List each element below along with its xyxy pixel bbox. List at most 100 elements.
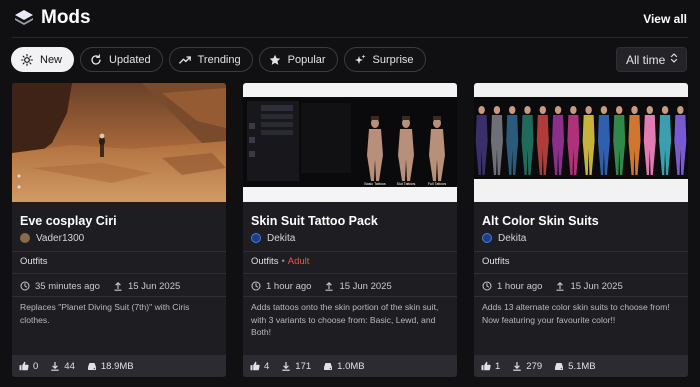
- separator-dot: •: [281, 256, 285, 267]
- mod-title[interactable]: Alt Color Skin Suits: [482, 214, 599, 228]
- mod-card[interactable]: Eve cosplay Ciri Vader1300 Outfits 35 mi…: [12, 83, 226, 377]
- downloads-stat: 44: [50, 361, 75, 372]
- filter-chip-label: New: [40, 53, 63, 66]
- mod-author[interactable]: Dekita: [482, 231, 526, 245]
- filter-chip-updated[interactable]: Updated: [80, 47, 163, 72]
- mod-category[interactable]: Outfits • Adult: [251, 256, 309, 267]
- endorsements-count: 4: [264, 360, 270, 372]
- figure-head: [585, 106, 592, 114]
- mod-thumbnail-image: [474, 83, 688, 202]
- thumb-caption: Basic Tattoos: [364, 182, 386, 186]
- filter-chip-trending[interactable]: Trending: [168, 47, 253, 72]
- filter-chip-label: Updated: [109, 53, 151, 66]
- sparkles-icon: [354, 54, 366, 66]
- divider: [474, 273, 688, 274]
- mod-stats: 1 279 5.1MB: [474, 355, 688, 377]
- header-divider: [12, 37, 688, 38]
- endorsements-stat: 0: [19, 361, 38, 372]
- upload-time: 35 minutes ago: [20, 281, 100, 292]
- mod-title[interactable]: Eve cosplay Ciri: [20, 214, 117, 228]
- mod-author[interactable]: Vader1300: [20, 231, 84, 245]
- mod-meta: 1 hour ago 15 Jun 2025: [482, 279, 636, 293]
- mod-category[interactable]: Outfits: [482, 256, 509, 267]
- upload-time-text: 1 hour ago: [497, 280, 543, 292]
- upload-date-text: 15 Jun 2025: [339, 280, 392, 292]
- mod-thumbnail[interactable]: Basic Tattoos Slut Tattoos Full Tattoos: [243, 83, 457, 202]
- downloads-count: 171: [295, 360, 312, 372]
- mod-meta: 35 minutes ago 15 Jun 2025: [20, 279, 193, 293]
- sun-icon: [21, 53, 33, 66]
- category-label: Outfits: [20, 256, 48, 267]
- upload-icon: [556, 282, 564, 291]
- trending-icon: [178, 54, 191, 66]
- clock-icon: [251, 281, 261, 291]
- filter-chip-popular[interactable]: Popular: [258, 47, 338, 72]
- clock-icon: [20, 281, 30, 291]
- downloads-stat: 279: [512, 361, 542, 372]
- author-name: Vader1300: [36, 232, 85, 244]
- figure-head: [677, 106, 684, 114]
- upload-date: 15 Jun 2025: [555, 280, 623, 292]
- filter-chip-surprise[interactable]: Surprise: [343, 47, 426, 72]
- section-header: Mods View all: [0, 0, 700, 38]
- star-icon: [269, 54, 281, 66]
- filter-chip-label: Trending: [197, 53, 241, 66]
- mod-title[interactable]: Skin Suit Tattoo Pack: [251, 214, 378, 228]
- category-label: Outfits: [482, 256, 510, 267]
- upload-icon: [114, 282, 122, 291]
- divider: [12, 296, 226, 297]
- divider: [243, 251, 457, 252]
- sort-filter-bar: New Updated Trending Popular Surprise: [11, 47, 426, 72]
- download-icon: [282, 362, 290, 371]
- download-icon: [513, 362, 521, 371]
- size-stat: 1.0MB: [323, 361, 365, 372]
- filter-chip-label: Popular: [287, 53, 326, 66]
- downloads-count: 279: [526, 360, 543, 372]
- filter-chip-label: Surprise: [372, 53, 414, 66]
- thumbs-up-icon: [19, 361, 29, 371]
- figure-head: [646, 106, 653, 114]
- figure-head: [524, 106, 531, 114]
- figure-head: [616, 106, 623, 114]
- filter-chip-new[interactable]: New: [11, 47, 75, 72]
- divider: [474, 251, 688, 252]
- divider: [474, 296, 688, 297]
- author-avatar: [251, 233, 261, 243]
- author-avatar: [482, 233, 492, 243]
- view-all-link[interactable]: View all: [643, 12, 687, 26]
- mod-stats: 0 44 18.9MB: [12, 355, 226, 377]
- section-title: Mods: [41, 7, 91, 28]
- mod-description: Adds tattoos onto the skin portion of th…: [251, 302, 439, 337]
- downloads-count: 44: [64, 360, 75, 372]
- time-range-select[interactable]: All time: [616, 47, 687, 72]
- endorsements-count: 0: [33, 360, 39, 372]
- download-icon: [51, 362, 59, 371]
- figure-head: [631, 106, 638, 114]
- mod-description: Replaces "Planet Diving Suit (7th)" with…: [20, 302, 190, 325]
- mod-card[interactable]: Basic Tattoos Slut Tattoos Full Tattoos …: [243, 83, 457, 377]
- upload-time-text: 1 hour ago: [266, 280, 312, 292]
- figure-head: [509, 106, 516, 114]
- clock-icon: [482, 281, 492, 291]
- mod-card[interactable]: Alt Color Skin Suits Dekita Outfits 1 ho…: [474, 83, 688, 377]
- chevron-updown-icon: [670, 52, 678, 67]
- category-label: Outfits: [251, 256, 279, 267]
- divider: [12, 251, 226, 252]
- figure-head: [661, 106, 669, 114]
- mod-category[interactable]: Outfits: [20, 256, 47, 267]
- mod-thumbnail[interactable]: [12, 83, 226, 202]
- mod-author[interactable]: Dekita: [251, 231, 295, 245]
- adult-tag: Adult: [287, 256, 310, 267]
- upload-date-text: 15 Jun 2025: [570, 280, 623, 292]
- mod-thumbnail[interactable]: [474, 83, 688, 202]
- figure-head: [570, 106, 577, 114]
- mod-thumbnail-image: Basic Tattoos Slut Tattoos Full Tattoos: [243, 83, 457, 202]
- figure-head: [539, 106, 546, 114]
- mod-stats: 4 171 1.0MB: [243, 355, 457, 377]
- upload-date: 15 Jun 2025: [324, 280, 392, 292]
- downloads-stat: 171: [281, 361, 311, 372]
- upload-time: 1 hour ago: [251, 281, 311, 292]
- divider: [243, 273, 457, 274]
- figure-head: [600, 106, 608, 114]
- mods-logo-icon: [14, 9, 34, 27]
